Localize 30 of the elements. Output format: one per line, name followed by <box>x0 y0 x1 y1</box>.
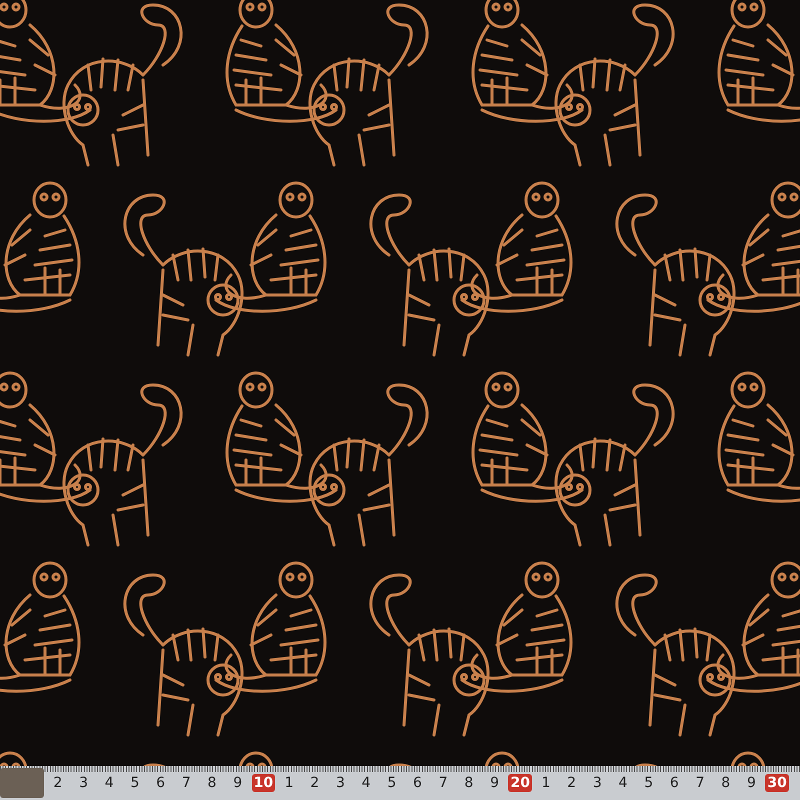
ruler-number: 1 <box>284 775 294 791</box>
ruler-number: 7 <box>696 775 704 791</box>
ruler-number: 3 <box>79 775 88 791</box>
ruler-number: 7 <box>182 775 191 791</box>
ruler-number: 6 <box>156 775 166 791</box>
ruler-number: 8 <box>464 775 474 791</box>
ruler-number: 2 <box>310 775 320 791</box>
ruler-number: 3 <box>336 775 345 791</box>
ruler-number: 7 <box>438 775 448 791</box>
tape-hook-icon <box>0 768 44 798</box>
ruler-number: 6 <box>670 775 679 791</box>
ruler-number: 2 <box>53 775 62 791</box>
ruler-number: 5 <box>387 775 396 791</box>
ruler-number: 8 <box>721 775 730 791</box>
ruler-number: 5 <box>644 775 654 791</box>
ruler-number: 5 <box>130 775 140 791</box>
ruler-number: 8 <box>208 775 216 791</box>
ruler-number: 20 <box>508 774 532 792</box>
ruler-number: 6 <box>413 775 422 791</box>
ruler-number: 1 <box>541 775 550 791</box>
ruler-number: 3 <box>592 775 602 791</box>
ruler-number: 30 <box>765 774 789 792</box>
ruler-number: 9 <box>490 775 499 791</box>
ruler-number: 9 <box>233 775 242 791</box>
ruler-number: 4 <box>104 775 114 791</box>
ruler-number: 10 <box>252 774 276 792</box>
ruler-number: 9 <box>746 775 756 791</box>
ruler-number: 2 <box>567 775 576 791</box>
ruler-number: 4 <box>618 775 628 791</box>
ruler-number: 4 <box>362 775 371 791</box>
